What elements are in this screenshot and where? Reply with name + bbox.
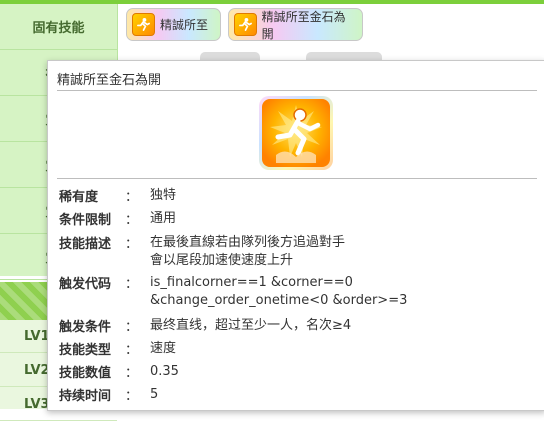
field-sep: ： xyxy=(125,389,139,404)
field-key: 技能数值 xyxy=(59,366,112,381)
field-key: 技能类型 xyxy=(59,343,112,358)
field-sep: ： xyxy=(125,366,139,381)
row-label-unique: 固有技能 xyxy=(0,4,117,50)
field-value-line-1: 在最後直線若由隊列後方追過對手 xyxy=(150,235,346,250)
field-value: 5 xyxy=(150,387,159,402)
field-value: 通用 xyxy=(150,211,177,226)
field-key: 持续时间 xyxy=(59,389,112,404)
popup-divider-mid xyxy=(57,178,537,179)
field-sep: ： xyxy=(125,277,139,292)
popup-title: 精誠所至金石為開 xyxy=(57,73,162,88)
popup-divider-top xyxy=(57,90,537,91)
skill-detail-popup: 精誠所至金石為開 稀有度 ： 独特 条件限制 ： 通用 技能描述 ： 在最後直線… xyxy=(47,60,544,411)
field-sep: ： xyxy=(125,190,139,205)
field-value: 速度 xyxy=(150,341,177,356)
field-value: 独特 xyxy=(150,188,177,203)
field-value-line-2: &change_order_onetime<0 &order>=3 xyxy=(150,293,408,308)
field-value: 最终直线，超过至少一人，名次≥4 xyxy=(150,318,352,333)
field-sep: ： xyxy=(125,343,139,358)
field-key: 触发代码 xyxy=(59,277,112,292)
running-horse-speed-icon xyxy=(234,13,257,36)
field-key: 触发条件 xyxy=(59,320,112,335)
field-key: 稀有度 xyxy=(59,190,99,205)
running-horse-speed-icon xyxy=(259,96,333,170)
field-value: 0.35 xyxy=(150,364,179,379)
field-sep: ： xyxy=(125,320,139,335)
skill-chip-1[interactable]: 精誠所至 xyxy=(126,8,221,41)
field-value-line-2: 會以尾段加速使速度上升 xyxy=(150,253,294,268)
field-key: 技能描述 xyxy=(59,237,112,252)
field-sep: ： xyxy=(125,237,139,252)
skill-chip-2-label: 精誠所至金石為開 xyxy=(261,9,346,41)
field-sep: ： xyxy=(125,213,139,228)
skill-chip-1-label: 精誠所至 xyxy=(160,18,209,32)
running-horse-speed-icon xyxy=(132,13,155,36)
field-key: 条件限制 xyxy=(59,213,112,228)
field-value-line-1: is_finalcorner==1 &corner==0 xyxy=(150,275,353,290)
skill-chip-2[interactable]: 精誠所至金石為開 xyxy=(228,8,363,41)
